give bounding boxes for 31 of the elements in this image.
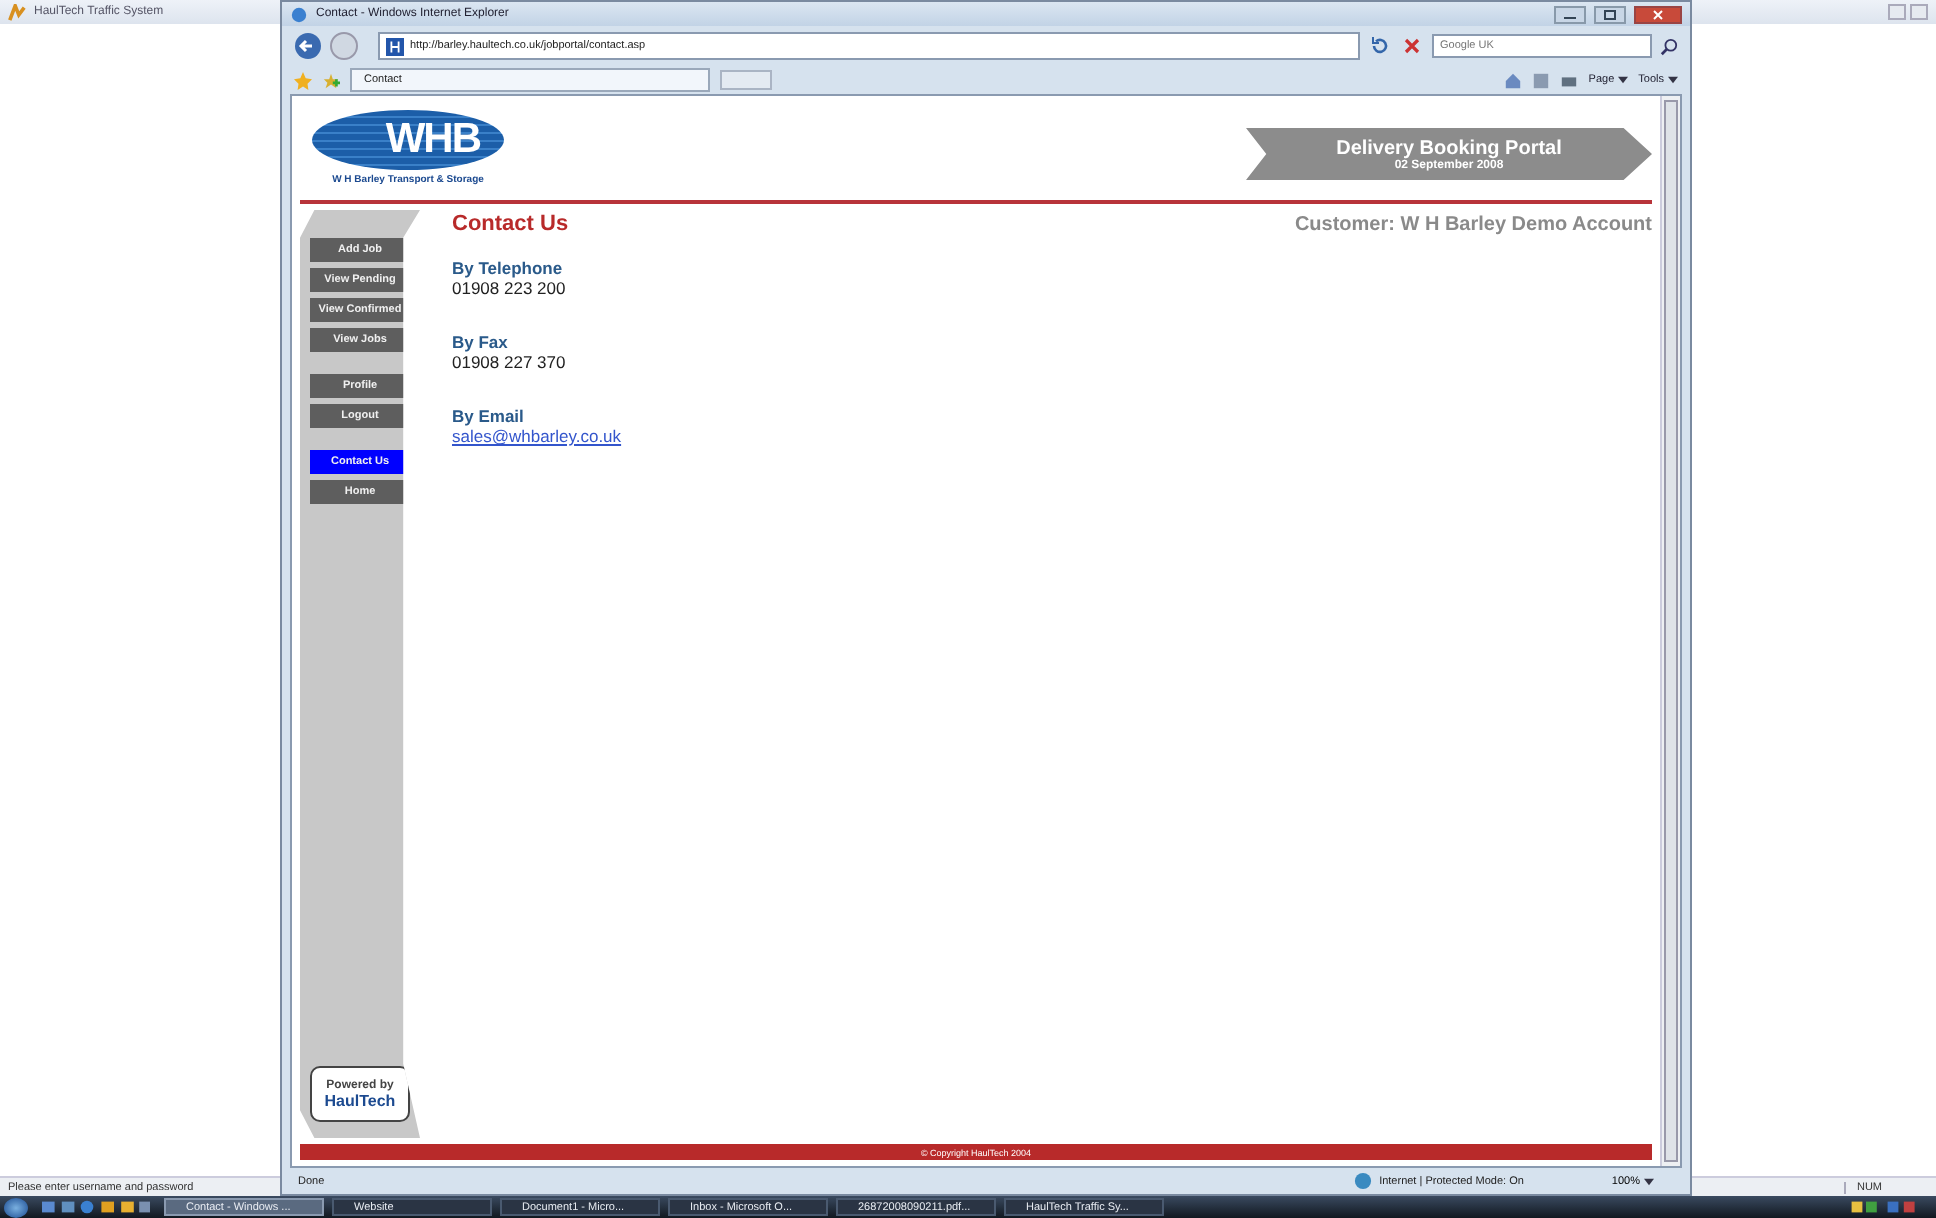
search-icon[interactable] [1660, 37, 1678, 55]
contact-value: 01908 227 370 [452, 352, 568, 372]
contact-value: 01908 223 200 [452, 278, 568, 298]
start-button[interactable] [4, 1197, 28, 1217]
home-icon[interactable] [1504, 71, 1523, 89]
minimize-button[interactable] [1554, 5, 1586, 23]
back-button[interactable] [294, 32, 322, 60]
caret-icon [1618, 76, 1629, 84]
customer-name: Customer: W H Barley Demo Account [1294, 213, 1652, 235]
section-title: By Email [452, 406, 526, 426]
caret-icon [1668, 76, 1678, 84]
quick-launch-icons[interactable] [36, 1198, 156, 1216]
caret-icon [1644, 1177, 1654, 1185]
maximize-button[interactable] [1594, 5, 1626, 23]
site-icon [386, 37, 404, 55]
favorites-star-icon[interactable] [294, 71, 312, 89]
email-link[interactable]: sales@whbarley.co.uk [452, 426, 622, 446]
scrollbar[interactable] [1660, 96, 1680, 1166]
browser-icon [290, 5, 308, 23]
app-icon [8, 3, 26, 21]
section-title: By Telephone [452, 258, 565, 278]
add-favorites-icon[interactable] [322, 71, 340, 89]
banner-title: Delivery Booking Portal [1336, 137, 1562, 159]
refresh-icon[interactable] [1368, 34, 1392, 58]
page-heading: Contact Us [452, 212, 569, 236]
globe-icon [1353, 1172, 1372, 1190]
powered-by-brand: HaulTech [324, 1091, 396, 1109]
stop-icon[interactable] [1400, 34, 1424, 58]
company-logo: WHB [312, 110, 504, 170]
close-button[interactable] [1634, 5, 1682, 23]
section-title: By Fax [452, 332, 510, 352]
